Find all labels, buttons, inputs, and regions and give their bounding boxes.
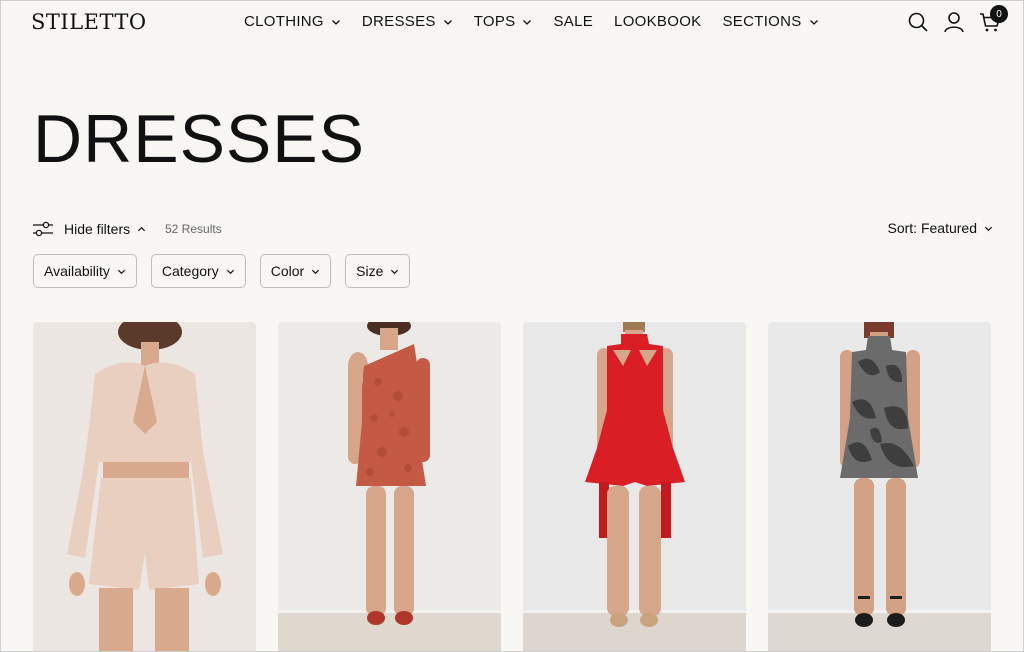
filter-label: Availability	[44, 263, 110, 279]
nav-item-dresses[interactable]: DRESSES	[362, 13, 453, 30]
hide-filters-button[interactable]: Hide filters	[33, 220, 146, 238]
main-nav: CLOTHING DRESSES TOPS SALE LOOKBOOK SECT…	[244, 13, 840, 30]
product-grid	[33, 322, 991, 651]
cart-icon[interactable]: 0	[979, 5, 1008, 33]
filter-label: Category	[161, 263, 219, 279]
chevron-down-icon	[117, 269, 125, 274]
product-card[interactable]	[278, 322, 501, 651]
chevron-down-icon	[312, 269, 320, 274]
filter-label: Color	[270, 263, 305, 279]
nav-item-label: SALE	[553, 13, 594, 30]
hide-filters-label: Hide filters	[64, 221, 131, 237]
nav-item-label: LOOKBOOK	[614, 13, 702, 30]
nav-item-tops[interactable]: TOPS	[474, 13, 533, 30]
product-card[interactable]	[523, 322, 746, 651]
product-image	[523, 322, 746, 651]
page-frame: STILETTO CLOTHING DRESSES TOPS SALE LOOK…	[0, 0, 1024, 652]
filter-sliders-icon	[33, 221, 53, 237]
chevron-down-icon	[391, 269, 399, 274]
nav-item-label: CLOTHING	[244, 13, 324, 30]
product-image	[33, 322, 256, 651]
header-icons: 0	[907, 5, 1008, 33]
chevron-down-icon	[809, 19, 818, 25]
search-icon[interactable]	[907, 11, 929, 33]
product-image	[278, 322, 501, 651]
chevron-down-icon	[523, 19, 532, 25]
product-image	[768, 322, 991, 651]
chevron-up-icon	[138, 226, 146, 231]
cart-count-badge: 0	[990, 5, 1008, 23]
sort-label: Sort: Featured	[887, 220, 978, 236]
site-header: STILETTO CLOTHING DRESSES TOPS SALE LOOK…	[1, 1, 1023, 45]
filter-toolbar: Hide filters 52 Results Sort: Featured	[33, 220, 993, 240]
filter-availability-button[interactable]: Availability	[33, 254, 137, 288]
chevron-down-icon	[443, 19, 452, 25]
nav-item-label: TOPS	[473, 13, 516, 30]
product-card[interactable]	[768, 322, 991, 651]
filter-color-button[interactable]: Color	[259, 254, 332, 288]
sort-dropdown[interactable]: Sort: Featured	[888, 220, 994, 236]
filter-size-button[interactable]: Size	[345, 254, 411, 288]
chevron-down-icon	[331, 19, 340, 25]
account-icon[interactable]	[943, 11, 965, 33]
filter-buttons: Availability Category Color Size	[33, 254, 411, 288]
logo[interactable]: STILETTO	[31, 10, 147, 34]
nav-item-sections[interactable]: SECTIONS	[722, 13, 818, 30]
product-card[interactable]	[33, 322, 256, 651]
filter-label: Size	[356, 263, 384, 279]
nav-item-label: DRESSES	[361, 13, 436, 30]
nav-item-label: SECTIONS	[722, 13, 802, 30]
nav-item-lookbook[interactable]: LOOKBOOK	[614, 13, 701, 30]
page-title: DRESSES	[33, 101, 365, 177]
chevron-down-icon	[984, 226, 993, 231]
nav-item-clothing[interactable]: CLOTHING	[244, 13, 341, 30]
nav-item-sale[interactable]: SALE	[553, 13, 593, 30]
results-count: 52 Results	[165, 222, 222, 236]
filter-category-button[interactable]: Category	[150, 254, 246, 288]
chevron-down-icon	[226, 269, 234, 274]
